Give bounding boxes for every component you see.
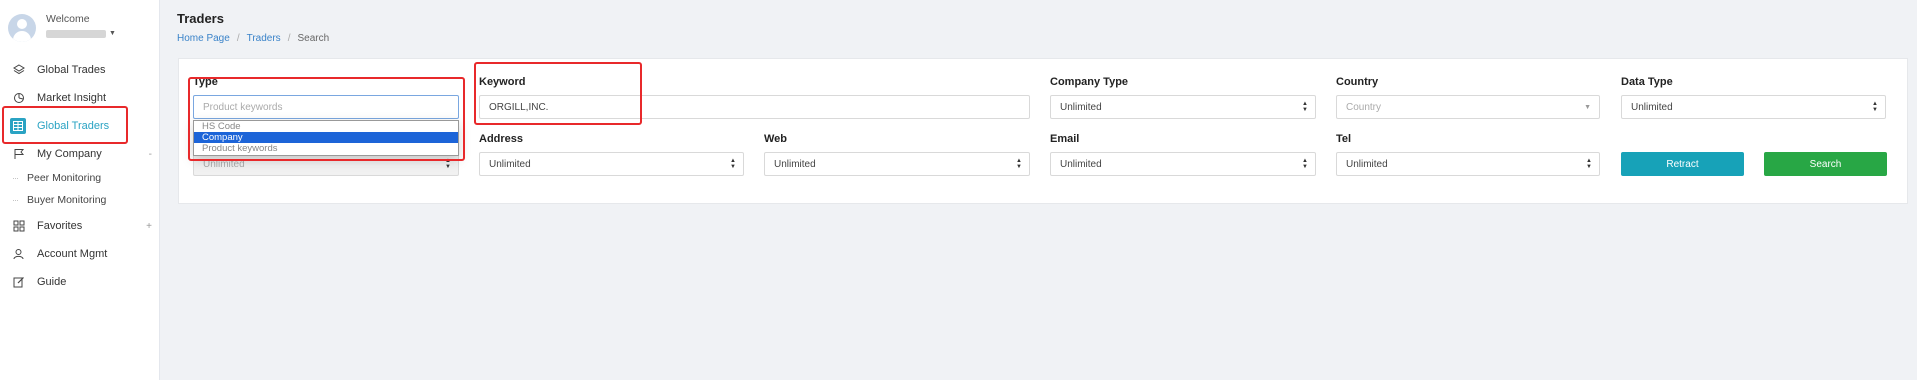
expand-indicator: + <box>146 220 152 232</box>
tree-dots: ··· <box>12 195 19 205</box>
country-placeholder: Country <box>1346 101 1382 113</box>
sidebar-item-label: Global Trades <box>37 64 106 76</box>
breadcrumb-separator: / <box>287 33 291 44</box>
tree-dots: ··· <box>12 173 19 183</box>
web-select[interactable]: Unlimited ▲ ▼ <box>764 152 1030 176</box>
data-type-value: Unlimited <box>1631 101 1673 113</box>
sort-arrows-icon: ▲ ▼ <box>730 158 736 170</box>
redacted-username <box>46 30 106 38</box>
tel-label: Tel <box>1336 133 1352 145</box>
sort-arrows-icon: ▲ ▼ <box>1586 158 1592 170</box>
sidebar-subitem-peer-monitoring[interactable]: ··· Peer Monitoring <box>0 169 160 187</box>
country-label: Country <box>1336 76 1379 88</box>
sidebar-item-label: Favorites <box>37 220 83 232</box>
breadcrumb-traders[interactable]: Traders <box>247 33 281 44</box>
pie-chart-icon <box>13 92 25 104</box>
sidebar: Welcome ▼ Global Trades Market Insight G… <box>0 0 160 380</box>
sidebar-item-favorites[interactable]: Favorites + <box>0 215 160 237</box>
sidebar-item-label: Peer Monitoring <box>27 172 102 184</box>
email-label: Email <box>1050 133 1080 145</box>
data-type-select[interactable]: Unlimited ▲ ▼ <box>1621 95 1886 119</box>
sidebar-item-label: Account Mgmt <box>37 248 108 260</box>
page-title: Traders <box>177 11 224 26</box>
grid-icon <box>13 220 25 232</box>
breadcrumb: Home Page / Traders / Search <box>177 33 329 44</box>
sidebar-item-label: Market Insight <box>37 92 107 104</box>
sidebar-item-my-company[interactable]: My Company - <box>0 143 160 165</box>
sort-arrows-icon: ▲ ▼ <box>1302 101 1308 113</box>
collapse-indicator: - <box>148 148 152 160</box>
sort-arrows-icon: ▲ ▼ <box>1872 101 1878 113</box>
address-value: Unlimited <box>489 158 531 170</box>
sidebar-item-account-mgmt[interactable]: Account Mgmt <box>0 243 160 265</box>
flag-icon <box>13 148 25 160</box>
avatar <box>8 14 36 42</box>
sidebar-item-guide[interactable]: Guide <box>0 271 160 293</box>
web-value: Unlimited <box>774 158 816 170</box>
company-type-label: Company Type <box>1050 76 1129 88</box>
breadcrumb-separator: / <box>236 33 240 44</box>
company-type-value: Unlimited <box>1060 101 1102 113</box>
sidebar-item-label: Guide <box>37 276 67 288</box>
sidebar-item-label: My Company <box>37 148 102 160</box>
user-menu[interactable]: Welcome ▼ <box>8 12 116 42</box>
sidebar-item-global-trades[interactable]: Global Trades <box>0 59 160 81</box>
edit-icon <box>13 276 25 288</box>
address-select[interactable]: Unlimited ▲ ▼ <box>479 152 744 176</box>
sidebar-subitem-buyer-monitoring[interactable]: ··· Buyer Monitoring <box>0 191 160 209</box>
web-label: Web <box>764 133 788 145</box>
sort-arrows-icon: ▲ ▼ <box>1016 158 1022 170</box>
tel-value: Unlimited <box>1346 158 1388 170</box>
retract-button[interactable]: Retract <box>1621 152 1744 176</box>
annotation-box-type <box>188 77 465 161</box>
email-select[interactable]: Unlimited ▲ ▼ <box>1050 152 1316 176</box>
address-label: Address <box>479 133 524 145</box>
annotation-box-sidebar <box>2 106 128 144</box>
breadcrumb-home[interactable]: Home Page <box>177 33 230 44</box>
sidebar-item-label: Buyer Monitoring <box>27 194 107 206</box>
layers-icon <box>13 64 25 76</box>
user-settings-icon <box>13 248 25 260</box>
data-type-label: Data Type <box>1621 76 1673 88</box>
sort-arrows-icon: ▲ ▼ <box>1302 158 1308 170</box>
country-select[interactable]: Country ▼ <box>1336 95 1600 119</box>
breadcrumb-current: Search <box>297 33 330 44</box>
caret-down-icon: ▼ <box>109 30 116 37</box>
tel-select[interactable]: Unlimited ▲ ▼ <box>1336 152 1600 176</box>
username-redacted: ▼ <box>46 27 116 41</box>
welcome-text: Welcome <box>46 13 90 25</box>
email-value: Unlimited <box>1060 158 1102 170</box>
annotation-box-keyword <box>474 62 642 125</box>
chevron-down-icon: ▼ <box>1584 104 1591 111</box>
company-type-select[interactable]: Unlimited ▲ ▼ <box>1050 95 1316 119</box>
search-button[interactable]: Search <box>1764 152 1887 176</box>
